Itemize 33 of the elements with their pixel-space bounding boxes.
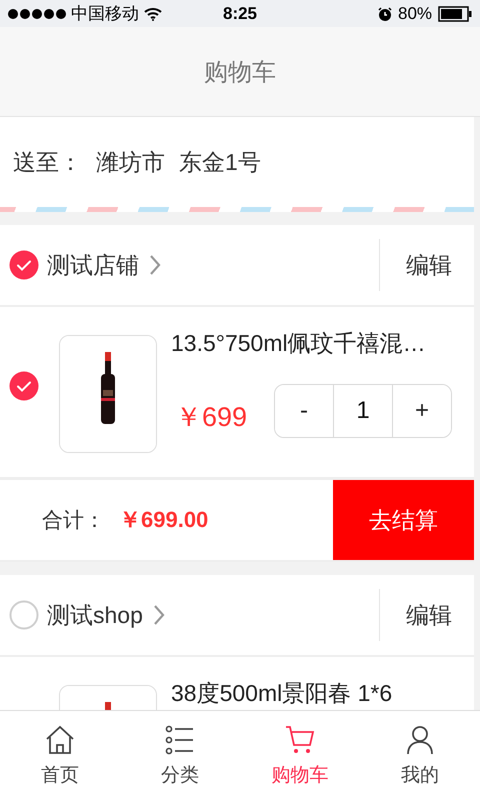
address-label: 送至：	[13, 148, 82, 176]
checkbox[interactable]	[9, 600, 39, 630]
chevron-right-icon[interactable]	[149, 254, 161, 276]
battery-percent: 80%	[398, 4, 432, 24]
edit-button[interactable]: 编辑	[379, 589, 474, 641]
total-amount: ￥699.00	[119, 506, 208, 534]
edit-button[interactable]: 编辑	[379, 239, 474, 291]
signal-icon	[8, 8, 66, 18]
list-icon	[164, 724, 196, 756]
total-label: 合计：	[42, 508, 105, 534]
clock-time: 8:25	[222, 4, 258, 22]
alarm-icon	[378, 6, 392, 20]
product-price: ￥699	[175, 401, 248, 434]
cart-icon	[284, 724, 316, 756]
checkbox[interactable]	[9, 371, 39, 401]
tab[interactable]: 我的	[360, 711, 480, 800]
product-name[interactable]: 13.5°750ml佩玟千禧混…	[171, 331, 454, 356]
checkout-button[interactable]: 去结算	[333, 480, 474, 560]
address-city: 潍坊市	[96, 148, 165, 176]
tab[interactable]: 首页	[0, 711, 120, 800]
person-icon	[404, 724, 436, 756]
tab[interactable]: 分类	[120, 711, 240, 800]
carrier-name: 中国移动	[71, 3, 139, 25]
shop-name[interactable]: 测试shop	[47, 600, 143, 630]
chevron-right-icon[interactable]	[152, 604, 165, 626]
battery-icon	[438, 6, 472, 22]
wifi-icon	[144, 6, 162, 20]
address-street: 东金1号	[179, 148, 261, 176]
page-title: 购物车	[204, 58, 276, 88]
home-icon	[44, 724, 76, 756]
shop-name[interactable]: 测试店铺	[47, 250, 139, 280]
tab[interactable]: 购物车	[240, 711, 360, 800]
checkbox[interactable]	[9, 250, 39, 280]
